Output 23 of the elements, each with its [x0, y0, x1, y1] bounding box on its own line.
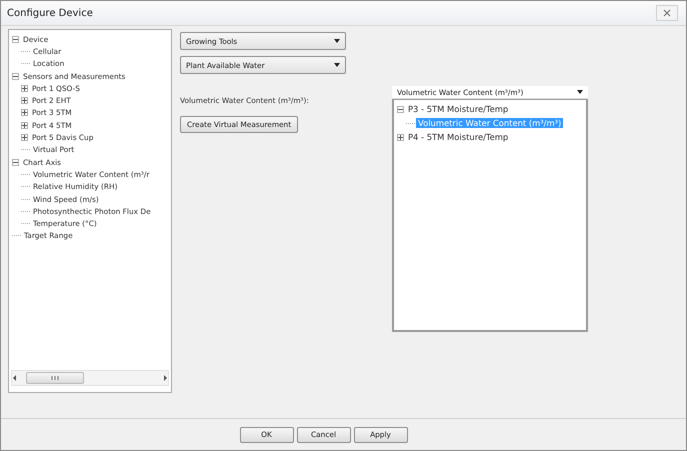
- expand-icon[interactable]: [397, 134, 404, 140]
- expand-icon[interactable]: [21, 122, 28, 129]
- expand-icon[interactable]: [21, 84, 28, 92]
- dropdown-arrow-icon: [334, 39, 340, 43]
- grip-icon: [51, 376, 59, 380]
- expand-icon[interactable]: [21, 134, 28, 142]
- window-title: Configure Device: [7, 8, 93, 18]
- collapse-icon[interactable]: [397, 106, 404, 112]
- collapse-icon[interactable]: [12, 72, 19, 80]
- collapse-icon[interactable]: [12, 36, 19, 43]
- close-icon: [663, 9, 671, 17]
- dropdown-arrow-icon: [577, 90, 583, 94]
- expand-icon[interactable]: [21, 97, 28, 104]
- tree-item[interactable]: P4 - 5TM Moisture/Temp: [406, 132, 510, 142]
- tree-item[interactable]: P3 - 5TM Moisture/Temp: [406, 104, 510, 114]
- scroll-left-icon[interactable]: [12, 375, 18, 381]
- horizontal-scrollbar[interactable]: [11, 370, 169, 386]
- scroll-thumb[interactable]: [26, 372, 84, 384]
- expand-icon[interactable]: [21, 109, 28, 116]
- collapse-icon[interactable]: [12, 158, 19, 166]
- close-button[interactable]: [656, 5, 678, 21]
- dropdown-arrow-icon: [334, 63, 340, 67]
- scroll-right-icon[interactable]: [162, 375, 168, 381]
